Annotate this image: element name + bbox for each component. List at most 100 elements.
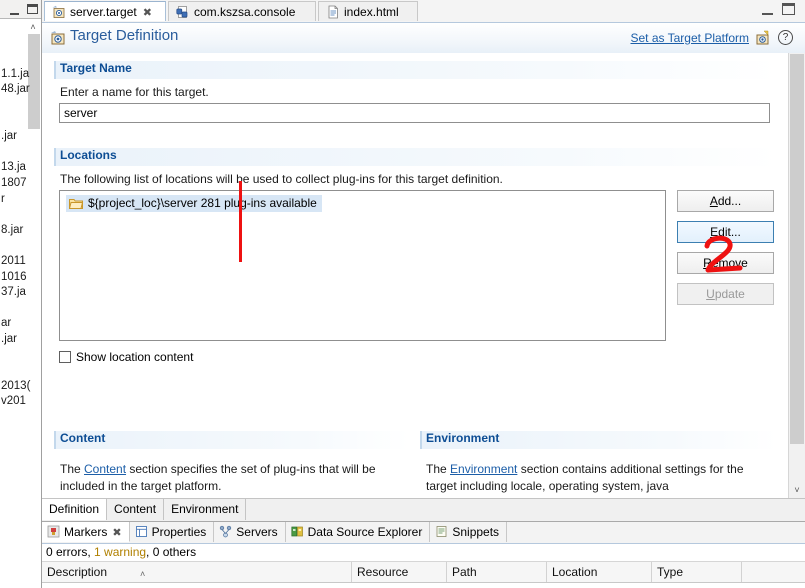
bottom-view-tab-label: Servers <box>236 525 278 539</box>
bottom-view-tab-markers[interactable]: Markers ✖ <box>42 522 130 542</box>
tree-item[interactable]: 1016 <box>0 270 41 286</box>
target-name-input[interactable] <box>59 103 770 123</box>
maximize-icon[interactable] <box>27 4 38 14</box>
tree-item[interactable]: v201 <box>0 394 41 410</box>
tree-item[interactable]: 37.ja <box>0 285 41 301</box>
package-explorer-strip: ˄ 1.1.ja 48.jar .jar 13.ja 1807 r 8.jar 2011 101… <box>0 0 42 588</box>
markers-others-count: , 0 others <box>146 545 197 559</box>
tree-item[interactable] <box>0 207 41 223</box>
editor-tab-label: server.target <box>70 5 137 19</box>
locations-description: The following list of locations will be … <box>60 172 503 186</box>
tree-item[interactable]: 13.ja <box>0 160 41 176</box>
form-scrollbar-thumb[interactable] <box>790 54 804 444</box>
bottom-view-tab-snippets[interactable]: Snippets <box>430 522 508 542</box>
page-title: Target Definition <box>70 27 179 44</box>
bottom-view-tab-label: Markers <box>64 525 108 539</box>
editor-tab-0[interactable]: server.target ✖ <box>44 1 166 21</box>
locations-section-title: Locations <box>60 148 117 162</box>
locations-section: Locations The following list of location… <box>54 148 777 428</box>
window-minimize-icon[interactable] <box>762 4 773 15</box>
markers-column-resource[interactable]: Resource <box>352 562 447 582</box>
window-maximize-icon[interactable] <box>782 3 795 15</box>
servers-icon <box>219 524 232 538</box>
environment-text-before: The <box>426 462 451 476</box>
page-tab-definition[interactable]: Definition <box>42 499 108 520</box>
editor-tab-2[interactable]: index.html <box>318 1 418 21</box>
list-item[interactable]: ${project_loc}\server 281 plug-ins avail… <box>66 195 322 212</box>
tree-item[interactable]: r <box>0 192 41 208</box>
tree-item[interactable]: .jar <box>0 332 41 348</box>
tree-item[interactable] <box>0 20 41 36</box>
update-location-button: Update <box>677 283 774 305</box>
form-header: Target Definition Set as Target Platform… <box>42 23 805 54</box>
tree-item[interactable] <box>0 98 41 114</box>
tree-item[interactable] <box>0 51 41 67</box>
tree-item[interactable]: 2013( <box>0 379 41 395</box>
tree-fragment-list: 1.1.ja 48.jar .jar 13.ja 1807 r 8.jar 2011 1016 3… <box>0 20 41 410</box>
data-source-icon <box>291 524 304 537</box>
bottom-view-tab-servers[interactable]: Servers <box>214 522 286 542</box>
environment-section-title: Environment <box>426 431 500 445</box>
annotation-vertical-line <box>239 181 242 262</box>
target-name-description: Enter a name for this target. <box>60 85 209 99</box>
show-location-content-label: Show location content <box>76 350 194 364</box>
markers-warning-count: 1 warning <box>94 545 147 559</box>
properties-icon <box>135 524 148 537</box>
tree-item[interactable] <box>0 114 41 130</box>
bottom-view-tab-bar: Markers ✖ Properties Servers Data Source Exp… <box>42 522 805 544</box>
bottom-view-tab-properties[interactable]: Properties <box>130 522 215 542</box>
bottom-views-panel: Markers ✖ Properties Servers Data Source Exp… <box>42 521 805 588</box>
close-icon[interactable]: ✖ <box>143 3 152 23</box>
bottom-view-tab-data-source-explorer[interactable]: Data Source Explorer <box>286 522 431 542</box>
tree-item[interactable]: 1.1.ja <box>0 67 41 83</box>
tree-item[interactable]: 48.jar <box>0 82 41 98</box>
tree-item[interactable]: ar <box>0 316 41 332</box>
markers-column-location[interactable]: Location <box>547 562 652 582</box>
tree-item[interactable]: 1807 <box>0 176 41 192</box>
tree-item[interactable]: .jar <box>0 129 41 145</box>
markers-column-description[interactable]: Description ˄ <box>42 562 352 582</box>
set-as-target-platform-link[interactable]: Set as Target Platform <box>631 31 750 45</box>
annotation-digit-2 <box>704 235 743 273</box>
page-tab-environment[interactable]: Environment <box>164 499 247 520</box>
location-entry-label: ${project_loc}\server 281 plug-ins avail… <box>88 196 317 210</box>
show-location-content-checkbox[interactable] <box>59 351 71 363</box>
content-section-title: Content <box>60 431 106 445</box>
tree-item[interactable] <box>0 363 41 379</box>
tree-item[interactable]: 2011 <box>0 254 41 270</box>
markers-errors-count: 0 errors, <box>46 545 95 559</box>
target-platform-icon[interactable] <box>755 30 771 46</box>
markers-column-label: Location <box>552 565 598 579</box>
markers-column-type[interactable]: Type <box>652 562 742 582</box>
editor-area: server.target ✖ com.kszsa.console index.htm… <box>42 0 805 521</box>
bottom-view-tab-label: Data Source Explorer <box>307 525 423 539</box>
content-link[interactable]: Content <box>84 462 126 476</box>
environment-section: Environment The Environment section cont… <box>420 431 777 493</box>
bottom-view-tab-label: Snippets <box>452 525 500 539</box>
tree-item[interactable] <box>0 301 41 317</box>
editor-tab-1[interactable]: com.kszsa.console <box>168 1 316 21</box>
markers-column-path[interactable]: Path <box>447 562 547 582</box>
html-file-icon <box>326 5 340 19</box>
close-icon[interactable]: ✖ <box>112 527 121 539</box>
scroll-down-icon[interactable]: ˅ <box>791 484 803 496</box>
form-scrollbar[interactable]: ˅ <box>788 53 805 498</box>
markers-table-header: Description ˄ Resource Path Location Type <box>42 562 805 583</box>
page-tab-content[interactable]: Content <box>107 499 165 520</box>
tree-item[interactable] <box>0 347 41 363</box>
environment-link[interactable]: Environment <box>450 462 517 476</box>
tree-item[interactable] <box>0 145 41 161</box>
markers-column-label: Path <box>452 565 477 579</box>
content-section-description: The Content section specifies the set of… <box>54 455 409 495</box>
minimize-icon[interactable] <box>10 6 19 15</box>
show-location-content-row[interactable]: Show location content <box>59 350 193 364</box>
target-definition-icon <box>51 31 65 45</box>
add-location-button[interactable]: Add... <box>677 190 774 212</box>
tree-item[interactable] <box>0 238 41 254</box>
help-icon[interactable]: ? <box>778 30 793 45</box>
tree-item[interactable]: 8.jar <box>0 223 41 239</box>
form-body: Target Name Enter a name for this target… <box>42 53 805 498</box>
target-name-section-title: Target Name <box>60 61 132 75</box>
tree-item[interactable] <box>0 36 41 52</box>
locations-list[interactable]: ${project_loc}\server 281 plug-ins avail… <box>59 190 666 341</box>
